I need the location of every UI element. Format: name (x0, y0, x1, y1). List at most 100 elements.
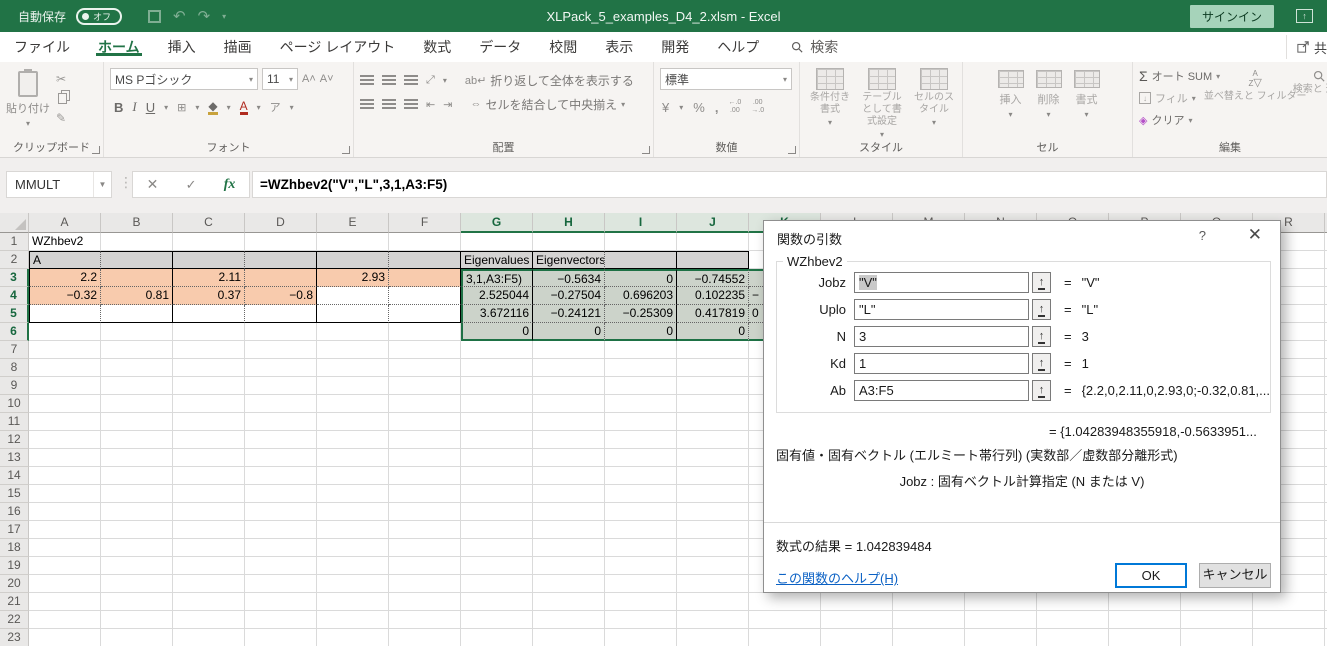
cell-C3[interactable]: 2.11 (173, 269, 245, 287)
ribbon-tab-10[interactable]: ヘルプ (703, 37, 773, 57)
insert-cells-button[interactable]: 挿入 ▾ (997, 68, 1024, 139)
cell-B11[interactable] (101, 413, 173, 431)
cell-F18[interactable] (389, 539, 461, 557)
cell-A21[interactable] (29, 593, 101, 611)
autosum-button[interactable]: Σ オート SUM ▾ (1139, 68, 1220, 84)
cell-F21[interactable] (389, 593, 461, 611)
cell-C22[interactable] (173, 611, 245, 629)
cell-O22[interactable] (1037, 611, 1109, 629)
cell-C23[interactable] (173, 629, 245, 646)
format-painter-icon[interactable]: ✎ (56, 111, 67, 125)
cell-D17[interactable] (245, 521, 317, 539)
cell-P23[interactable] (1109, 629, 1181, 646)
cell-E23[interactable] (317, 629, 389, 646)
cell-G17[interactable] (461, 521, 533, 539)
align-center-icon[interactable] (382, 99, 396, 101)
cell-B20[interactable] (101, 575, 173, 593)
cancel-entry-icon[interactable]: ✕ (147, 176, 159, 193)
paste-button[interactable]: 貼り付け ▾ (6, 68, 50, 139)
cell-I1[interactable] (605, 233, 677, 251)
dialog-close-icon[interactable]: ✕ (1248, 225, 1262, 245)
cell-G11[interactable] (461, 413, 533, 431)
argument-input-Kd[interactable]: 1 (854, 353, 1029, 374)
cell-E16[interactable] (317, 503, 389, 521)
cell-J5[interactable]: 0.417819 (677, 305, 749, 323)
cell-H17[interactable] (533, 521, 605, 539)
cell-A11[interactable] (29, 413, 101, 431)
cell-J22[interactable] (677, 611, 749, 629)
paste-dropdown-icon[interactable]: ▾ (26, 119, 30, 128)
row-header-16[interactable]: 16 (0, 503, 29, 521)
cell-I20[interactable] (605, 575, 677, 593)
column-header-A[interactable]: A (29, 213, 101, 233)
cell-D20[interactable] (245, 575, 317, 593)
font-dialog-launcher-icon[interactable] (342, 146, 350, 154)
select-all-button[interactable] (0, 213, 29, 233)
align-right-icon[interactable] (404, 99, 418, 101)
cell-J9[interactable] (677, 377, 749, 395)
range-selector-icon-Ab[interactable]: ↑ (1032, 380, 1051, 401)
cell-O23[interactable] (1037, 629, 1109, 646)
cell-B23[interactable] (101, 629, 173, 646)
conditional-formatting-button[interactable]: 条件付き書式 ▾ (806, 68, 854, 139)
cell-R23[interactable] (1253, 629, 1325, 646)
column-header-G[interactable]: G (461, 213, 533, 233)
ribbon-tab-0[interactable]: ファイル (0, 37, 84, 57)
cell-B3[interactable] (101, 269, 173, 287)
cell-H23[interactable] (533, 629, 605, 646)
range-selector-icon-Jobz[interactable]: ↑ (1032, 272, 1051, 293)
cell-A4[interactable]: −0.32 (29, 287, 101, 305)
row-header-23[interactable]: 23 (0, 629, 29, 646)
format-cells-button[interactable]: 書式 ▾ (1073, 68, 1100, 139)
cell-D12[interactable] (245, 431, 317, 449)
ribbon-tab-1[interactable]: ホーム (84, 37, 154, 57)
currency-dropdown-icon[interactable]: ▾ (679, 103, 683, 112)
cell-A10[interactable] (29, 395, 101, 413)
cell-F16[interactable] (389, 503, 461, 521)
cell-D13[interactable] (245, 449, 317, 467)
cell-F15[interactable] (389, 485, 461, 503)
cell-H4[interactable]: −0.27504 (533, 287, 605, 305)
cell-M22[interactable] (893, 611, 965, 629)
cell-E3[interactable]: 2.93 (317, 269, 389, 287)
cell-L21[interactable] (821, 593, 893, 611)
cell-H14[interactable] (533, 467, 605, 485)
cell-R22[interactable] (1253, 611, 1325, 629)
enter-entry-icon[interactable]: ✓ (186, 177, 197, 193)
cell-I15[interactable] (605, 485, 677, 503)
cell-J19[interactable] (677, 557, 749, 575)
cell-J16[interactable] (677, 503, 749, 521)
share-button[interactable]: 共有 (1286, 35, 1327, 59)
function-help-link[interactable]: この関数のヘルプ(H) (776, 568, 898, 587)
clear-button[interactable]: ◈ クリア ▾ (1139, 112, 1220, 128)
cell-G20[interactable] (461, 575, 533, 593)
cell-E9[interactable] (317, 377, 389, 395)
cell-F9[interactable] (389, 377, 461, 395)
cell-G18[interactable] (461, 539, 533, 557)
ok-button[interactable]: OK (1115, 563, 1187, 588)
row-header-8[interactable]: 8 (0, 359, 29, 377)
cell-C10[interactable] (173, 395, 245, 413)
cell-J7[interactable] (677, 341, 749, 359)
row-header-19[interactable]: 19 (0, 557, 29, 575)
cell-A13[interactable] (29, 449, 101, 467)
cell-C1[interactable] (173, 233, 245, 251)
cell-A5[interactable] (29, 305, 101, 323)
borders-icon[interactable]: ⊞ (177, 101, 186, 114)
cell-H19[interactable] (533, 557, 605, 575)
cell-J12[interactable] (677, 431, 749, 449)
cell-F7[interactable] (389, 341, 461, 359)
borders-dropdown-icon[interactable]: ▾ (195, 103, 199, 112)
cell-J1[interactable] (677, 233, 749, 251)
align-middle-icon[interactable] (382, 75, 396, 77)
increase-decimal-icon[interactable]: ←.0.00 (728, 99, 741, 116)
range-selector-icon-N[interactable]: ↑ (1032, 326, 1051, 347)
cell-A14[interactable] (29, 467, 101, 485)
cell-H11[interactable] (533, 413, 605, 431)
row-header-18[interactable]: 18 (0, 539, 29, 557)
cell-H22[interactable] (533, 611, 605, 629)
cell-E14[interactable] (317, 467, 389, 485)
font-color-icon[interactable]: A (239, 100, 248, 115)
cell-I2[interactable] (605, 251, 677, 269)
cell-J6[interactable]: 0 (677, 323, 749, 341)
